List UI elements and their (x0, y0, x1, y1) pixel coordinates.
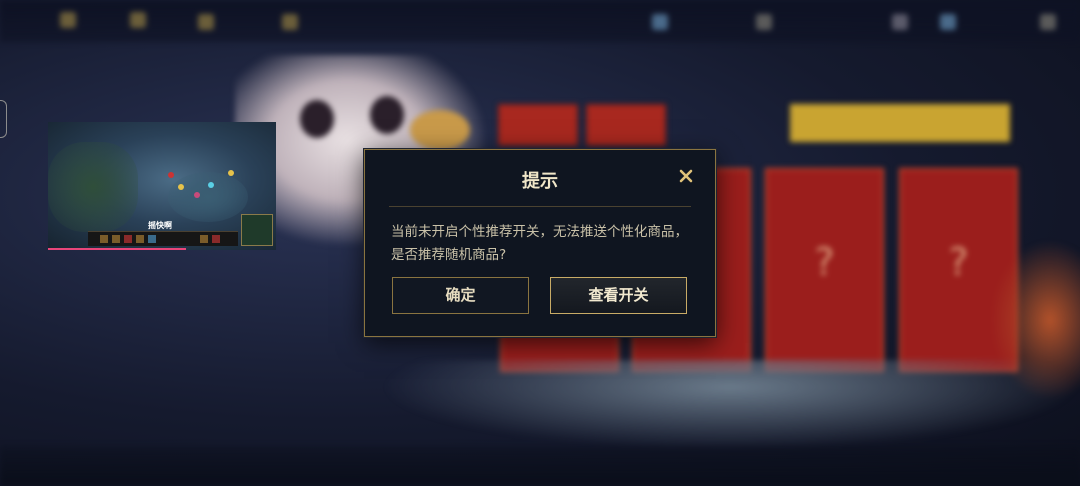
buy-gold-button[interactable] (790, 104, 1010, 142)
essence-icon (282, 14, 298, 30)
rp-icon (198, 14, 214, 30)
hud-slot (212, 235, 220, 243)
hud-slot (136, 235, 144, 243)
logo-icon (60, 12, 76, 28)
champion-marker (168, 172, 174, 178)
ground-art (380, 360, 1080, 450)
recommendation-dialog: 提示 当前未开启个性推荐开关，无法推送个性化商品，是否推荐随机商品? 确定 查看… (364, 149, 716, 337)
hud-slot (148, 235, 156, 243)
dialog-message: 当前未开启个性推荐开关，无法推送个性化商品，是否推荐随机商品? (391, 224, 688, 263)
hud-slot (112, 235, 120, 243)
view-switch-button[interactable]: 查看开关 (550, 277, 687, 314)
video-caption: 摇快啊 (148, 221, 172, 230)
video-terrain (48, 142, 138, 232)
champion-marker (194, 192, 200, 198)
video-hud-bar (88, 231, 238, 246)
bottom-nav (0, 446, 1080, 486)
close-icon[interactable] (676, 166, 696, 186)
draw-once-button[interactable] (498, 104, 578, 146)
champion-marker (178, 184, 184, 190)
video-progress-bar[interactable] (48, 248, 186, 250)
dialog-divider (389, 206, 691, 207)
champion-marker (208, 182, 214, 188)
coin-icon (130, 12, 146, 28)
video-thumbnail[interactable]: 摇快啊 (48, 122, 276, 250)
friends-icon (940, 14, 956, 30)
side-drawer-handle[interactable] (0, 100, 7, 138)
question-mark-icon: ? (814, 240, 835, 284)
video-minimap (241, 214, 273, 246)
hud-slot (100, 235, 108, 243)
top-bar (0, 0, 1080, 42)
hud-slot (200, 235, 208, 243)
champion-marker (228, 170, 234, 176)
poro-nose (410, 110, 470, 150)
profile-icon (756, 14, 772, 30)
mystery-card[interactable]: ? (765, 168, 884, 372)
poro-eye-left (300, 100, 334, 138)
poro-eye-right (370, 96, 404, 134)
dialog-title: 提示 (522, 171, 558, 192)
orange-glow (990, 240, 1080, 400)
hud-slot (124, 235, 132, 243)
settings-icon (1040, 14, 1056, 30)
draw-ten-button[interactable] (586, 104, 666, 146)
mail-icon (892, 14, 908, 30)
level-icon (652, 14, 668, 30)
video-terrain (168, 172, 248, 222)
confirm-button[interactable]: 确定 (392, 277, 529, 314)
